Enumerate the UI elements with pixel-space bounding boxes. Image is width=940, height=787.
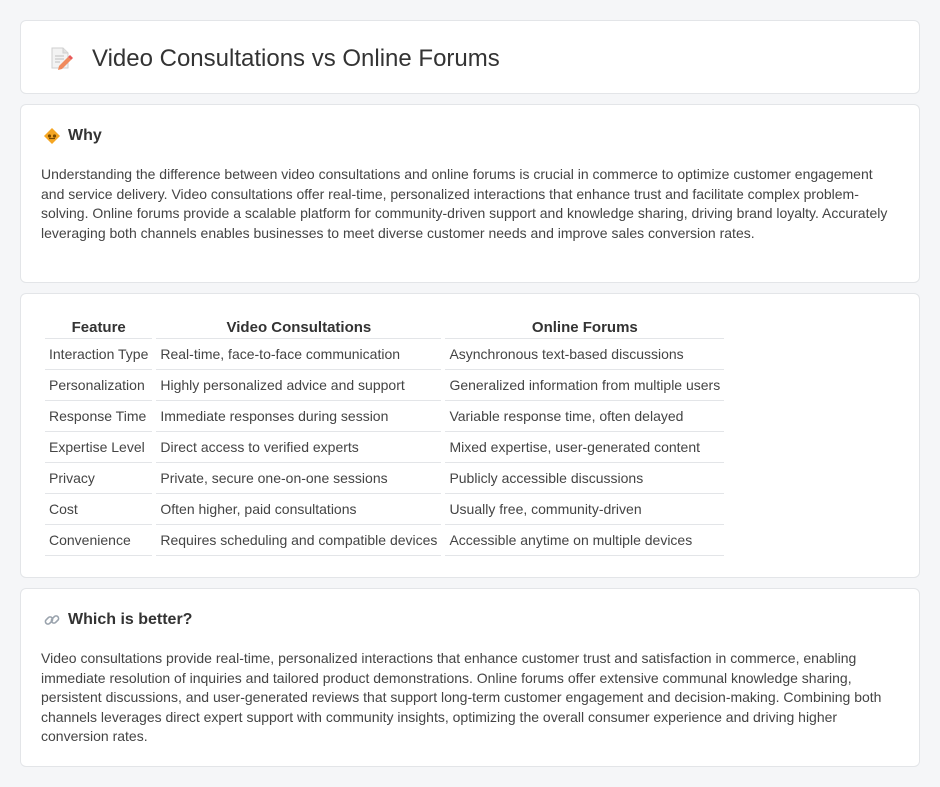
feature-cell: Cost xyxy=(45,494,153,525)
column-header-feature: Feature xyxy=(45,316,153,339)
video-cell: Highly personalized advice and support xyxy=(156,370,442,401)
feature-cell: Personalization xyxy=(45,370,153,401)
better-heading: Which is better? xyxy=(68,611,193,628)
feature-cell: Convenience xyxy=(45,525,153,556)
forum-cell: Generalized information from multiple us… xyxy=(445,370,725,401)
feature-cell: Response Time xyxy=(45,401,153,432)
video-cell: Private, secure one-on-one sessions xyxy=(156,463,442,494)
why-heading: Why xyxy=(68,127,102,144)
handshake-diamond-icon xyxy=(43,127,61,145)
video-cell: Often higher, paid consultations xyxy=(156,494,442,525)
which-is-better-section: Which is better? Video consultations pro… xyxy=(20,588,920,767)
forum-cell: Accessible anytime on multiple devices xyxy=(445,525,725,556)
table-row: Response Time Immediate responses during… xyxy=(45,401,725,432)
table-row: Interaction Type Real-time, face-to-face… xyxy=(45,339,725,370)
video-cell: Real-time, face-to-face communication xyxy=(156,339,442,370)
link-icon xyxy=(43,611,61,629)
better-heading-row: Which is better? xyxy=(43,610,192,630)
better-text: Video consultations provide real-time, p… xyxy=(41,650,882,744)
title-card: Video Consultations vs Online Forums xyxy=(20,20,920,94)
forum-cell: Variable response time, often delayed xyxy=(445,401,725,432)
feature-cell: Privacy xyxy=(45,463,153,494)
table-row: Convenience Requires scheduling and comp… xyxy=(45,525,725,556)
document-pencil-icon xyxy=(47,45,73,71)
column-header-video-consultations: Video Consultations xyxy=(156,316,442,339)
forum-cell: Asynchronous text-based discussions xyxy=(445,339,725,370)
forum-cell: Mixed expertise, user-generated content xyxy=(445,432,725,463)
why-section: Why Understanding the difference between… xyxy=(20,104,920,283)
video-cell: Requires scheduling and compatible devic… xyxy=(156,525,442,556)
table-row: Personalization Highly personalized advi… xyxy=(45,370,725,401)
feature-cell: Expertise Level xyxy=(45,432,153,463)
table-row: Cost Often higher, paid consultations Us… xyxy=(45,494,725,525)
table-row: Privacy Private, secure one-on-one sessi… xyxy=(45,463,725,494)
page-title: Video Consultations vs Online Forums xyxy=(92,45,500,72)
video-cell: Immediate responses during session xyxy=(156,401,442,432)
video-cell: Direct access to verified experts xyxy=(156,432,442,463)
table-row: Expertise Level Direct access to verifie… xyxy=(45,432,725,463)
column-header-online-forums: Online Forums xyxy=(445,316,725,339)
comparison-table: Feature Video Consultations Online Forum… xyxy=(41,316,728,556)
forum-cell: Usually free, community-driven xyxy=(445,494,725,525)
forum-cell: Publicly accessible discussions xyxy=(445,463,725,494)
feature-cell: Interaction Type xyxy=(45,339,153,370)
why-text: Understanding the difference between vid… xyxy=(41,166,888,241)
comparison-section: Feature Video Consultations Online Forum… xyxy=(20,293,920,578)
table-header-row: Feature Video Consultations Online Forum… xyxy=(45,316,725,339)
why-heading-row: Why xyxy=(43,126,102,146)
